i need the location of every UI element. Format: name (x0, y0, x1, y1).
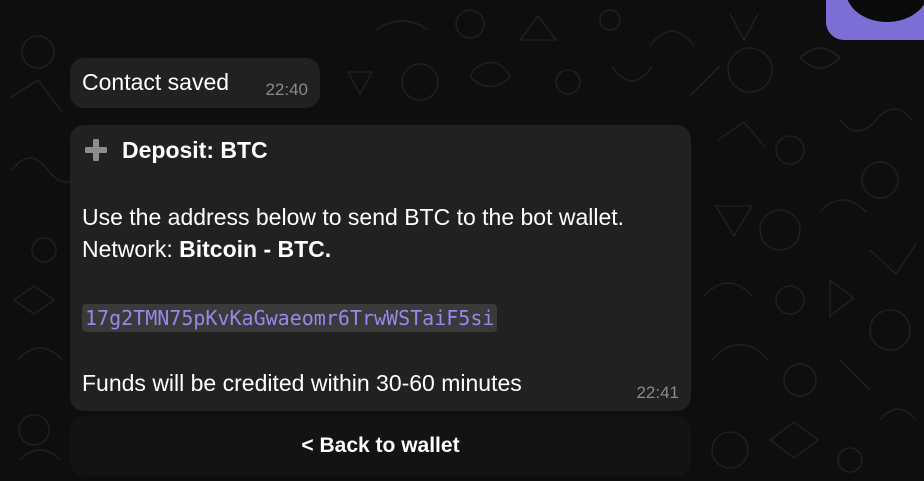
btc-address[interactable]: 17g2TMN75pKvKaGwaeomr6TrwWSTaiF5si (82, 304, 498, 332)
message-text: Contact saved (82, 69, 230, 95)
deposit-title: Deposit: BTC (84, 137, 268, 163)
network-line: Network: Bitcoin - BTC. (82, 235, 331, 263)
message-contact-saved: Contact saved 22:40 (70, 58, 320, 108)
message-deposit: Deposit: BTC Use the address below to se… (70, 125, 691, 411)
network-value: Bitcoin - BTC. (179, 236, 332, 262)
message-timestamp: 22:40 (265, 80, 308, 99)
message-timestamp: 22:41 (636, 383, 679, 402)
plus-icon (84, 138, 108, 162)
credit-time-note: Funds will be credited within 30-60 minu… (82, 370, 522, 396)
network-label: Network: (82, 236, 180, 262)
avatar-circle (846, 0, 924, 22)
partial-avatar (826, 0, 924, 40)
deposit-title-text: Deposit: BTC (122, 137, 268, 163)
deposit-instructions: Use the address below to send BTC to the… (82, 204, 625, 230)
back-to-wallet-button[interactable]: < Back to wallet (70, 416, 691, 476)
